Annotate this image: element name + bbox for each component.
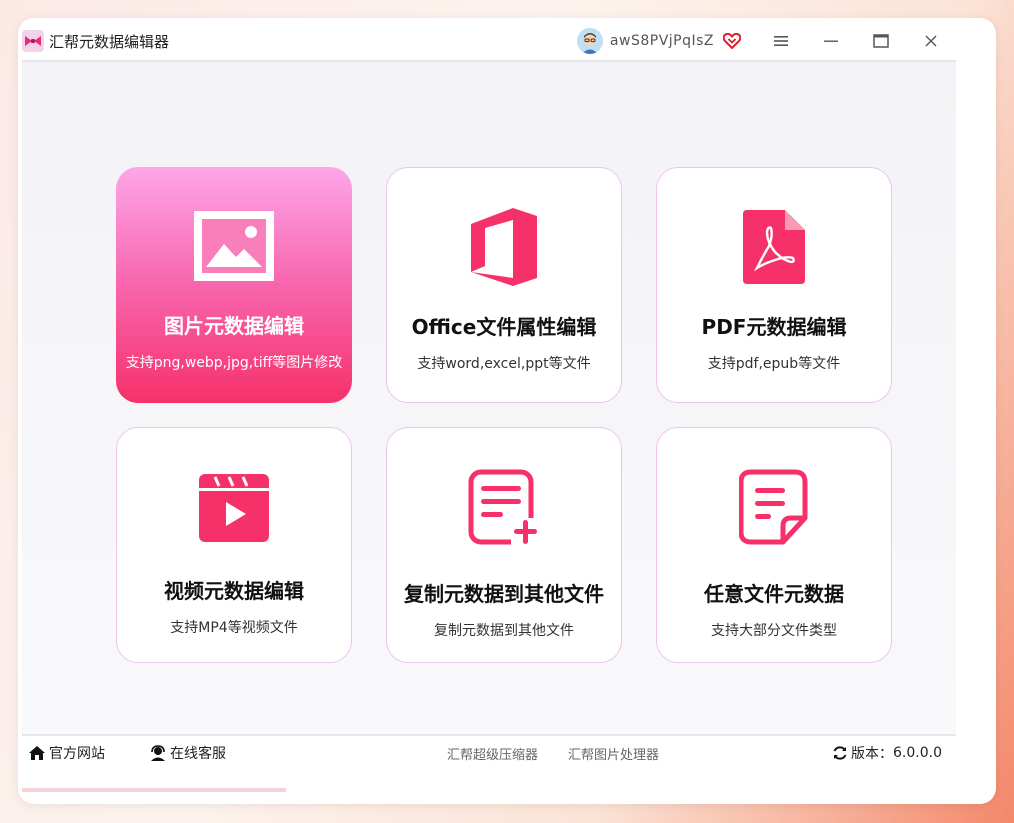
footer-bar: 官方网站 在线客服 汇帮超级压缩器 汇帮图片处理器 版本： 6.0.0.0 bbox=[22, 737, 956, 769]
card-title: PDF元数据编辑 bbox=[701, 315, 847, 339]
document-icon bbox=[657, 468, 891, 546]
user-account[interactable]: awS8PVjPqIsZ bbox=[576, 28, 742, 54]
scroll-indicator bbox=[22, 788, 286, 792]
minimize-button[interactable] bbox=[806, 22, 856, 60]
card-title: 任意文件元数据 bbox=[704, 582, 844, 606]
title-bar: 汇帮元数据编辑器 awS8PVjPqIsZ bbox=[22, 22, 956, 60]
official-website-link[interactable]: 官方网站 bbox=[28, 743, 105, 763]
username: awS8PVjPqIsZ bbox=[609, 33, 714, 49]
refresh-icon bbox=[833, 746, 847, 760]
card-subtitle: 支持大部分文件类型 bbox=[711, 623, 837, 639]
card-copy-metadata[interactable]: 复制元数据到其他文件 复制元数据到其他文件 bbox=[386, 427, 622, 663]
app-title: 汇帮元数据编辑器 bbox=[49, 32, 170, 51]
vip-heart-icon[interactable] bbox=[722, 31, 742, 51]
video-icon bbox=[117, 472, 351, 542]
card-subtitle: 复制元数据到其他文件 bbox=[434, 623, 574, 639]
app-logo-icon bbox=[22, 30, 44, 52]
card-image-metadata[interactable]: 图片元数据编辑 支持png,webp,jpg,tiff等图片修改 bbox=[116, 167, 352, 403]
compressor-link[interactable]: 汇帮超级压缩器 bbox=[447, 744, 538, 763]
version-info[interactable]: 版本： 6.0.0.0 bbox=[832, 743, 942, 763]
menu-button[interactable] bbox=[756, 22, 806, 60]
menu-icon bbox=[774, 36, 788, 46]
card-pdf-metadata[interactable]: PDF元数据编辑 支持pdf,epub等文件 bbox=[656, 167, 892, 403]
card-subtitle: 支持png,webp,jpg,tiff等图片修改 bbox=[125, 355, 343, 371]
online-support-label: 在线客服 bbox=[170, 746, 226, 762]
version-label: 版本： bbox=[851, 746, 894, 762]
minimize-icon bbox=[824, 40, 838, 42]
office-icon bbox=[387, 206, 621, 288]
pdf-icon bbox=[657, 210, 891, 284]
card-any-file-metadata[interactable]: 任意文件元数据 支持大部分文件类型 bbox=[656, 427, 892, 663]
avatar[interactable] bbox=[576, 28, 603, 54]
online-support-link[interactable]: 在线客服 bbox=[149, 743, 226, 763]
version-number: 6.0.0.0 bbox=[893, 745, 942, 761]
image-icon bbox=[116, 211, 352, 281]
maximize-button[interactable] bbox=[856, 22, 906, 60]
customer-service-icon bbox=[151, 745, 165, 761]
official-website-label: 官方网站 bbox=[49, 746, 105, 762]
add-document-icon bbox=[387, 468, 621, 546]
home-icon bbox=[29, 746, 45, 760]
card-title: 图片元数据编辑 bbox=[164, 314, 304, 338]
card-title: Office文件属性编辑 bbox=[411, 315, 597, 339]
card-video-metadata[interactable]: 视频元数据编辑 支持MP4等视频文件 bbox=[116, 427, 352, 663]
card-office-properties[interactable]: Office文件属性编辑 支持word,excel,ppt等文件 bbox=[386, 167, 622, 403]
feature-grid: 图片元数据编辑 支持png,webp,jpg,tiff等图片修改 Office文… bbox=[22, 62, 956, 734]
close-button[interactable] bbox=[906, 22, 956, 60]
card-subtitle: 支持word,excel,ppt等文件 bbox=[417, 356, 591, 372]
footer-divider bbox=[22, 734, 956, 736]
card-subtitle: 支持MP4等视频文件 bbox=[170, 620, 298, 636]
card-subtitle: 支持pdf,epub等文件 bbox=[707, 356, 841, 372]
close-icon bbox=[925, 35, 937, 47]
card-title: 复制元数据到其他文件 bbox=[404, 582, 604, 606]
image-processor-link[interactable]: 汇帮图片处理器 bbox=[568, 744, 659, 763]
maximize-icon bbox=[873, 34, 889, 48]
card-title: 视频元数据编辑 bbox=[164, 579, 304, 603]
